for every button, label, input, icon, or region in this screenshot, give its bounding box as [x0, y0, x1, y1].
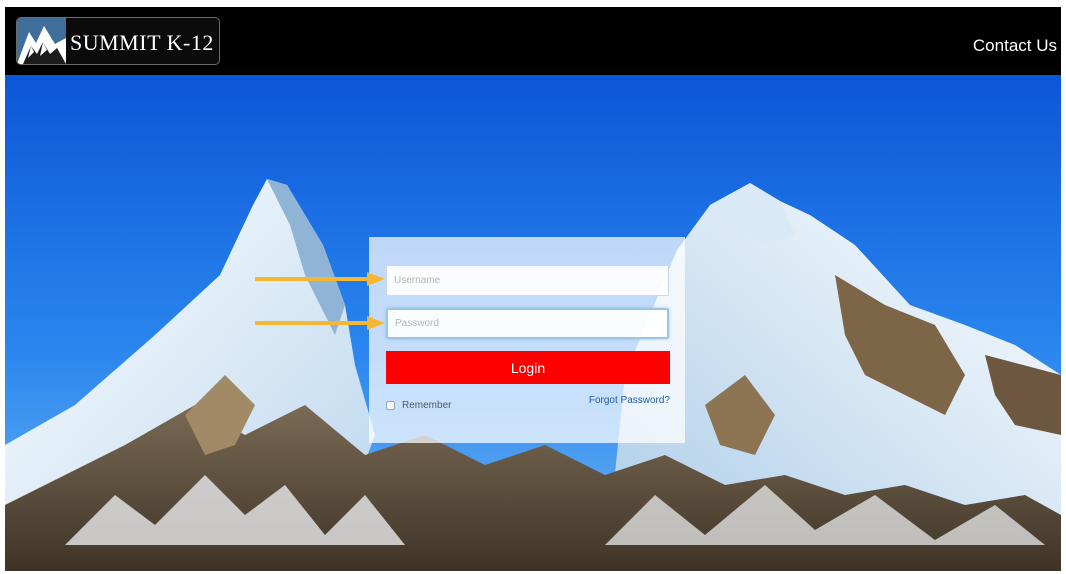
- password-field[interactable]: [386, 308, 669, 339]
- remember-label: Remember: [402, 399, 452, 411]
- brand-logo[interactable]: SUMMIT K-12: [16, 17, 220, 65]
- login-panel: Login Remember Forgot Password?: [369, 237, 685, 443]
- mountain-logo-icon: [17, 18, 66, 64]
- arrow-right-icon: [255, 316, 385, 330]
- remember-checkbox[interactable]: [386, 400, 395, 410]
- top-navbar: SUMMIT K-12 Contact Us: [5, 7, 1061, 75]
- page-frame: SUMMIT K-12 Contact Us Username Login Re…: [5, 7, 1061, 571]
- forgot-password-link[interactable]: Forgot Password?: [589, 395, 670, 406]
- login-button[interactable]: Login: [386, 351, 670, 384]
- brand-name: SUMMIT K-12: [70, 30, 214, 55]
- username-field[interactable]: [386, 265, 669, 296]
- contact-us-link[interactable]: Contact Us: [973, 36, 1057, 56]
- remember-me[interactable]: Remember: [386, 398, 451, 412]
- arrow-right-icon: [255, 272, 385, 286]
